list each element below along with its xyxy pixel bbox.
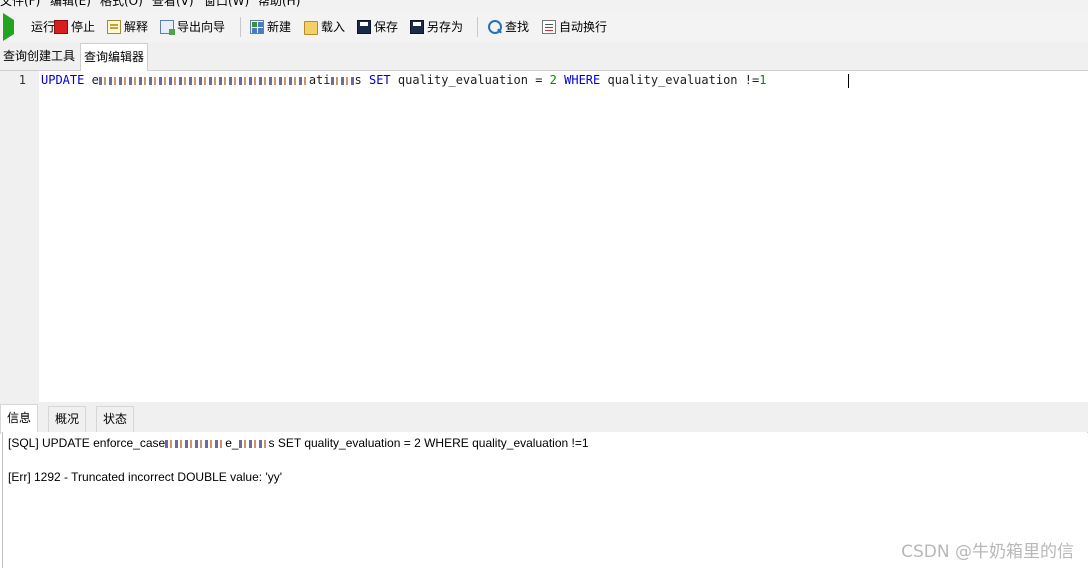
menu-window[interactable]: 窗口(W) [204,0,249,9]
editor-tab-bar: 查询创建工具 查询编辑器 [0,42,1088,72]
table-name-end: s [354,73,362,87]
sql-message-prefix: [SQL] UPDATE enforce_case [8,436,166,450]
save-as-icon [410,19,424,34]
stop-label: 停止 [71,20,96,34]
tab-overview[interactable]: 概况 [48,406,87,432]
run-icon [3,12,28,41]
tab-query-editor[interactable]: 查询编辑器 [80,43,149,72]
run-label: 运行 [31,20,56,34]
line-number: 1 [18,73,26,87]
operator-equals: = [535,73,543,87]
redacted-table-name-end [330,76,355,85]
new-label: 新建 [267,20,292,34]
export-wizard-button[interactable]: 导出向导 [160,11,225,42]
sql-message: [SQL] UPDATE enforce_case e_ s SET quality… [8,436,589,450]
watermark: CSDN @牛奶箱里的信 [901,542,1074,562]
load-label: 载入 [321,20,346,34]
sql-message-suffix: s SET quality_evaluation = 2 WHERE quali… [268,436,589,450]
line-number-gutter: 1 [0,71,39,402]
export-wizard-label: 导出向导 [177,20,226,34]
run-button[interactable]: 运行 [3,11,55,42]
load-button[interactable]: 载入 [304,11,345,42]
menu-help[interactable]: 帮助(H) [258,0,300,9]
menu-format[interactable]: 格式(O) [100,0,143,9]
operator-not-equal: != [744,73,760,87]
menu-view[interactable]: 查看(V) [152,0,194,9]
find-label: 查找 [505,20,530,34]
query-window: 文件(F) 编辑(E) 格式(O) 查看(V) 窗口(W) 帮助(H) 运行 停… [0,0,1088,568]
save-as-label: 另存为 [427,20,464,34]
table-name-start: e [91,73,99,87]
toolbar: 运行 停止 解释 导出向导 新建 载入 保存 另存为 查找 自动换行 [0,11,1088,43]
tab-query-builder[interactable]: 查询创建工具 [0,44,78,68]
sql-editor[interactable]: 1 UPDATE e ati s SET quality_evaluation = … [0,71,1088,402]
save-icon [357,19,371,34]
find-button[interactable]: 查找 [488,11,529,42]
stop-button[interactable]: 停止 [54,11,95,42]
text-caret [848,74,849,88]
word-wrap-label: 自动换行 [559,20,608,34]
redacted-message-table [165,439,226,448]
toolbar-separator [240,17,241,37]
new-query-icon [250,19,264,34]
tab-status[interactable]: 状态 [96,406,135,432]
explain-icon [107,19,121,34]
error-message: [Err] 1292 - Truncated incorrect DOUBLE … [8,470,283,484]
search-icon [488,19,502,34]
word-wrap-button[interactable]: 自动换行 [542,11,607,42]
folder-icon [304,20,318,35]
menu-edit[interactable]: 编辑(E) [50,0,91,9]
keyword-set: SET [368,73,391,87]
table-name-fragment: ati [308,73,331,87]
redacted-table-name [98,76,309,85]
export-icon [160,19,175,35]
where-column-name: quality_evaluation [607,73,738,87]
stop-icon [54,19,68,34]
save-button[interactable]: 保存 [357,11,398,42]
tab-info[interactable]: 信息 [0,404,39,434]
keyword-update: UPDATE [41,73,85,87]
where-value-literal: 1 [759,73,767,87]
new-button[interactable]: 新建 [250,11,291,42]
redacted-message-table-end [238,439,269,448]
sql-code-line[interactable]: UPDATE e ati s SET quality_evaluation = 2 … [41,73,766,88]
sql-message-mid: e_ [225,436,239,450]
menu-bar: 文件(F) 编辑(E) 格式(O) 查看(V) 窗口(W) 帮助(H) [0,0,1088,11]
save-as-button[interactable]: 另存为 [410,11,463,42]
word-wrap-icon [542,19,556,34]
menu-file[interactable]: 文件(F) [0,0,40,9]
explain-label: 解释 [124,20,149,34]
save-label: 保存 [374,20,399,34]
explain-button[interactable]: 解释 [107,11,148,42]
result-tab-bar: 信息 概况 状态 [0,402,1088,434]
column-name: quality_evaluation [397,73,528,87]
value-literal: 2 [549,73,557,87]
keyword-where: WHERE [564,73,601,87]
toolbar-separator [477,17,478,37]
